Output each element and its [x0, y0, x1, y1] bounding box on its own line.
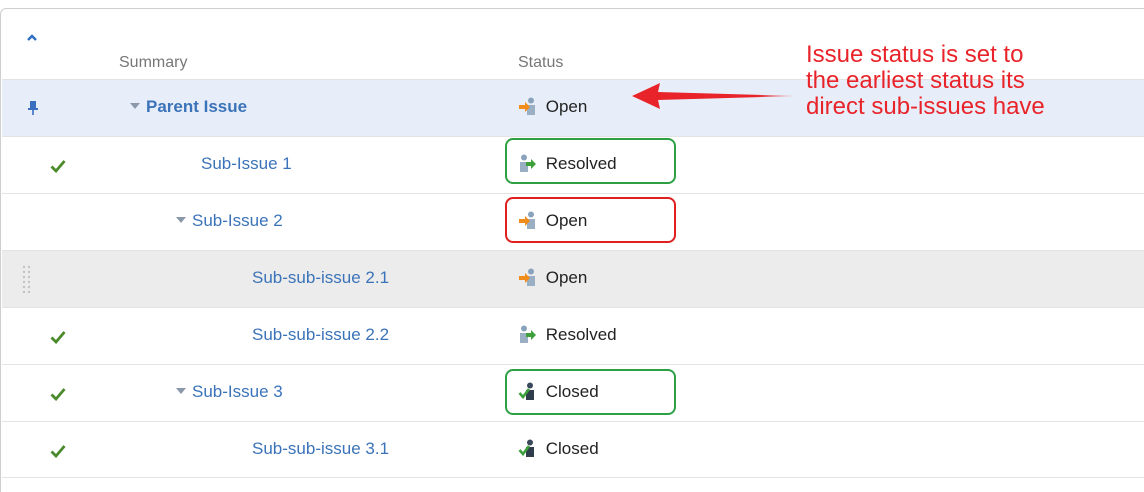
- row-status[interactable]: Resolved: [518, 325, 617, 346]
- check-icon: [50, 159, 66, 174]
- check-icon: [50, 387, 66, 402]
- annotation-line-3: direct sub-issues have: [806, 93, 1045, 120]
- expand-triangle-icon[interactable]: [130, 102, 140, 109]
- status-highlight-mismatch: [505, 197, 676, 243]
- annotation-line-1: Issue status is set to: [806, 41, 1024, 68]
- table-row[interactable]: Sub-sub-issue 2.1 Open: [2, 250, 1144, 307]
- table-row[interactable]: Sub-sub-issue 2.2 Resolved: [2, 307, 1144, 364]
- status-column-header[interactable]: Status: [518, 54, 563, 72]
- status-resolved-icon: [518, 325, 546, 344]
- row-status[interactable]: Open: [518, 97, 587, 118]
- row-summary[interactable]: Sub-sub-issue 2.1: [252, 268, 389, 288]
- issue-link[interactable]: Sub-Issue 3: [192, 382, 283, 401]
- drag-handle-icon[interactable]: [22, 265, 32, 294]
- row-status[interactable]: Closed: [518, 439, 599, 460]
- annotation-text: Issue status is set to the earliest stat…: [806, 42, 1136, 120]
- status-open-icon: [518, 268, 546, 287]
- row-summary[interactable]: Parent Issue: [130, 97, 247, 117]
- expand-triangle-icon[interactable]: [176, 216, 186, 223]
- issue-link[interactable]: Sub-Issue 2: [192, 211, 283, 230]
- row-status[interactable]: Open: [518, 268, 587, 289]
- annotation-arrow: [630, 81, 802, 116]
- row-summary[interactable]: Sub-Issue 2: [176, 211, 283, 231]
- row-summary[interactable]: Sub-Issue 3: [176, 382, 283, 402]
- collapse-up-icon[interactable]: [26, 31, 38, 43]
- pin-icon[interactable]: [27, 100, 39, 116]
- status-closed-icon: [518, 439, 546, 458]
- status-label: Closed: [545, 439, 599, 458]
- status-highlight-ok: [505, 369, 676, 415]
- check-icon: [50, 330, 66, 345]
- check-icon: [50, 444, 66, 459]
- row-summary[interactable]: Sub-sub-issue 3.1: [252, 439, 389, 459]
- status-label: Open: [545, 97, 588, 116]
- summary-column-header[interactable]: Summary: [119, 54, 187, 72]
- status-open-icon: [518, 97, 546, 116]
- status-label: Open: [545, 268, 588, 287]
- parent-issue-link[interactable]: Parent Issue: [146, 97, 247, 116]
- row-summary[interactable]: Sub-Issue 1: [201, 154, 292, 174]
- annotation-line-2: the earliest status its: [806, 67, 1025, 94]
- table-row[interactable]: Sub-sub-issue 3.1 Closed: [2, 421, 1144, 478]
- status-label: Resolved: [545, 325, 617, 344]
- expand-triangle-icon[interactable]: [176, 387, 186, 394]
- row-summary[interactable]: Sub-sub-issue 2.2: [252, 325, 389, 345]
- status-highlight-ok: [505, 138, 676, 184]
